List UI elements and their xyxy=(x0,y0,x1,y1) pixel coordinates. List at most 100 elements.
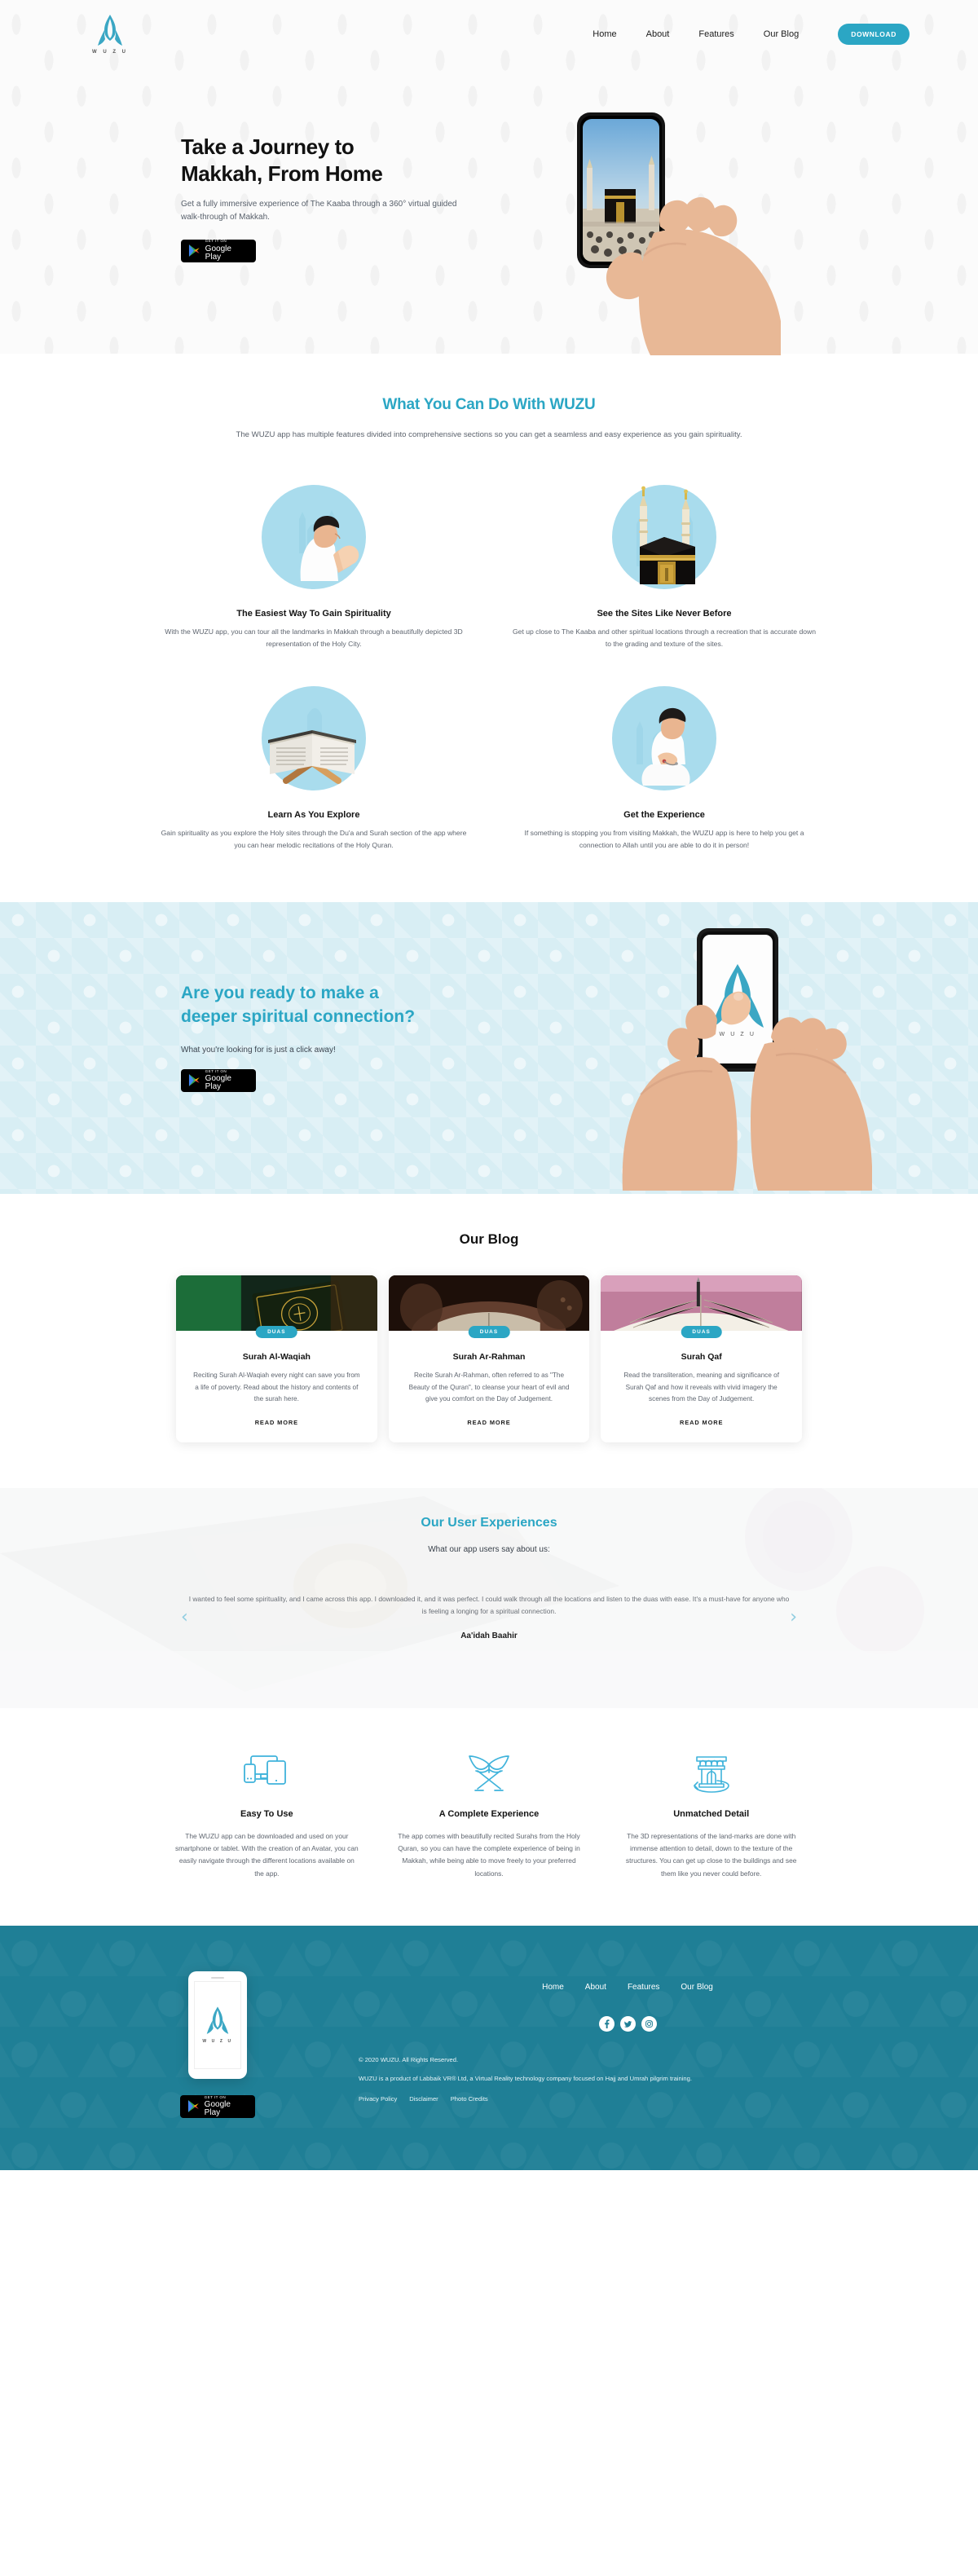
google-play-button-hero[interactable]: GET IT ON Google Play xyxy=(181,239,256,262)
quran-book-photo xyxy=(176,1275,377,1347)
feature-card-text: Get up close to The Kaaba and other spir… xyxy=(513,627,816,648)
benefits-section: Easy To Use The WUZU app can be download… xyxy=(0,1707,978,1926)
nav-item-home[interactable]: Home xyxy=(593,29,616,39)
feature-card-text: If something is stopping you from visiti… xyxy=(524,828,804,849)
footer-nav-features[interactable]: Features xyxy=(628,1983,659,1992)
store-badge-big-text: Google Play xyxy=(204,2100,231,2118)
praying-man-icon xyxy=(253,477,374,597)
privacy-policy-link[interactable]: Privacy Policy xyxy=(359,2095,397,2103)
hero-title: Take a Journey to Makkah, From Home xyxy=(181,134,531,188)
feature-card-title: See the Sites Like Never Before xyxy=(597,608,732,619)
blog-card[interactable]: DUAS Surah Ar-Rahman Recite Surah Ar-Rah… xyxy=(388,1275,590,1442)
benefit-title: A Complete Experience xyxy=(438,1808,540,1819)
feature-card-title: Learn As You Explore xyxy=(267,809,360,820)
google-play-icon xyxy=(187,2100,199,2113)
open-quran-pink-photo xyxy=(601,1275,803,1331)
nav-item-about[interactable]: About xyxy=(646,29,670,39)
footer-phone-mockup: W U Z U xyxy=(188,1971,247,2079)
devices-icon xyxy=(174,1750,359,1796)
footer-nav: Home About Features Our Blog xyxy=(359,1983,896,1992)
feature-card-title: Get the Experience xyxy=(623,809,705,820)
hero-subtitle: Get a fully immersive experience of The … xyxy=(181,199,457,222)
footer-nav-home[interactable]: Home xyxy=(542,1983,564,1992)
blog-thumbnail: DUAS xyxy=(388,1275,590,1363)
nav-item-features[interactable]: Features xyxy=(698,29,734,39)
blog-grid: DUAS Surah Al-Waqiah Reciting Surah Al-W… xyxy=(176,1275,803,1442)
google-play-button-footer[interactable]: GET IT ON Google Play xyxy=(180,2094,255,2118)
svg-text:W U Z U: W U Z U xyxy=(719,1032,756,1037)
photo-credits-link[interactable]: Photo Credits xyxy=(451,2095,488,2103)
cta-banner: Are you ready to make a deeper spiritual… xyxy=(0,901,978,1194)
store-badge-small-text: GET IT ON xyxy=(205,1068,227,1073)
testimonials-title: Our User Experiences xyxy=(421,1515,557,1530)
blog-tag: DUAS xyxy=(468,1325,510,1338)
blog-card[interactable]: DUAS Surah Qaf Read the transliteration,… xyxy=(601,1275,803,1442)
brand-wordmark: W U Z U xyxy=(92,50,128,55)
footer-nav-about[interactable]: About xyxy=(585,1983,606,1992)
benefit-title: Easy To Use xyxy=(240,1808,293,1819)
footer-app-showcase: W U Z U GET IT ON Google Play xyxy=(82,1971,326,2118)
blog-thumbnail: DUAS xyxy=(601,1275,803,1338)
feature-card: Learn As You Explore Gain spirituality a… xyxy=(139,678,489,852)
benefit-card: Easy To Use The WUZU app can be download… xyxy=(163,1750,371,1880)
quran-stand-icon xyxy=(253,678,374,799)
cta-subtitle: What you're looking for is just a click … xyxy=(181,1045,336,1055)
testimonials-subtitle: What our app users say about us: xyxy=(428,1544,550,1554)
feature-card: Get the Experience If something is stopp… xyxy=(489,678,839,852)
footer-links-area: Home About Features Our Blog © 2020 WUZU… xyxy=(326,1971,896,2118)
brand-logo[interactable]: W U Z U xyxy=(82,14,139,55)
google-play-icon xyxy=(188,244,200,257)
blog-card-text: Recite Surah Ar-Rahman, often referred t… xyxy=(408,1371,570,1403)
benefits-grid: Easy To Use The WUZU app can be download… xyxy=(163,1750,815,1880)
read-more-link[interactable]: READ MORE xyxy=(389,1406,590,1442)
testimonials-section: Our User Experiences What our app users … xyxy=(0,1487,978,1708)
read-more-link[interactable]: READ MORE xyxy=(176,1406,377,1442)
benefit-text: The 3D representations of the land-marks… xyxy=(625,1831,797,1878)
hero: Take a Journey to Makkah, From Home Get … xyxy=(0,68,978,355)
features-grid: The Easiest Way To Gain Spirituality Wit… xyxy=(139,477,839,852)
download-button[interactable]: DOWNLOAD xyxy=(838,24,910,45)
google-play-icon xyxy=(188,1074,200,1087)
footer-nav-our-blog[interactable]: Our Blog xyxy=(681,1983,712,1992)
store-badge-big-text: Google Play xyxy=(205,1074,231,1092)
instagram-icon[interactable] xyxy=(641,2015,657,2032)
footer-legal-links: Privacy Policy Disclaimer Photo Credits xyxy=(359,2095,896,2103)
blog-card-title: Surah Qaf xyxy=(681,1351,722,1362)
benefit-title: Unmatched Detail xyxy=(673,1808,750,1819)
blog-card-title: Surah Ar-Rahman xyxy=(452,1351,526,1362)
primary-nav: Home About Features Our Blog DOWNLOAD xyxy=(593,24,910,45)
facebook-icon[interactable] xyxy=(598,2015,615,2032)
social-links xyxy=(359,2015,896,2032)
twitter-icon[interactable] xyxy=(619,2015,636,2032)
read-more-link[interactable]: READ MORE xyxy=(601,1406,802,1442)
landmark-3d-icon xyxy=(619,1750,804,1796)
benefit-text: The app comes with beautifully recited S… xyxy=(398,1831,580,1878)
nav-item-our-blog[interactable]: Our Blog xyxy=(764,29,799,39)
feature-card-title: The Easiest Way To Gain Spirituality xyxy=(236,608,391,619)
cta-hands-phone-image: W U Z U xyxy=(622,927,872,1191)
hero-phone-in-hand-image xyxy=(577,112,781,355)
landing-page: W U Z U Home About Features Our Blog DOW… xyxy=(0,0,978,2170)
features-section: What You Can Do With WUZU The WUZU app h… xyxy=(0,354,978,887)
blog-card-title: Surah Al-Waqiah xyxy=(242,1351,311,1362)
store-badge-small-text: GET IT ON xyxy=(205,239,227,244)
blog-tag: DUAS xyxy=(681,1325,722,1338)
google-play-button-cta[interactable]: GET IT ON Google Play xyxy=(181,1068,256,1092)
benefit-card: A Complete Experience The app comes with… xyxy=(385,1750,593,1880)
features-title: What You Can Do With WUZU xyxy=(382,396,596,413)
blog-card-text: Read the transliteration, meaning and si… xyxy=(623,1371,780,1403)
benefit-text: The WUZU app can be downloaded and used … xyxy=(174,1831,359,1878)
cta-title-line1: Are you ready to make a xyxy=(181,983,379,1002)
blog-card-text: Reciting Surah Al-Waqiah every night can… xyxy=(193,1371,360,1403)
feature-card-text: With the WUZU app, you can tour all the … xyxy=(165,627,463,648)
disclaimer-link[interactable]: Disclaimer xyxy=(409,2095,438,2103)
store-badge-big-text: Google Play xyxy=(205,244,231,262)
blog-thumbnail: DUAS xyxy=(176,1275,377,1347)
testimonial-quote: I wanted to feel some spirituality, and … xyxy=(188,1594,790,1616)
features-subtitle: The WUZU app has multiple features divid… xyxy=(236,430,742,439)
blog-tag: DUAS xyxy=(256,1325,297,1338)
blog-card[interactable]: DUAS Surah Al-Waqiah Reciting Surah Al-W… xyxy=(176,1275,377,1442)
hero-section: W U Z U Home About Features Our Blog DOW… xyxy=(0,0,978,355)
testimonial-author: Aa'idah Baahir xyxy=(460,1631,518,1640)
feature-card: See the Sites Like Never Before Get up c… xyxy=(489,477,839,650)
